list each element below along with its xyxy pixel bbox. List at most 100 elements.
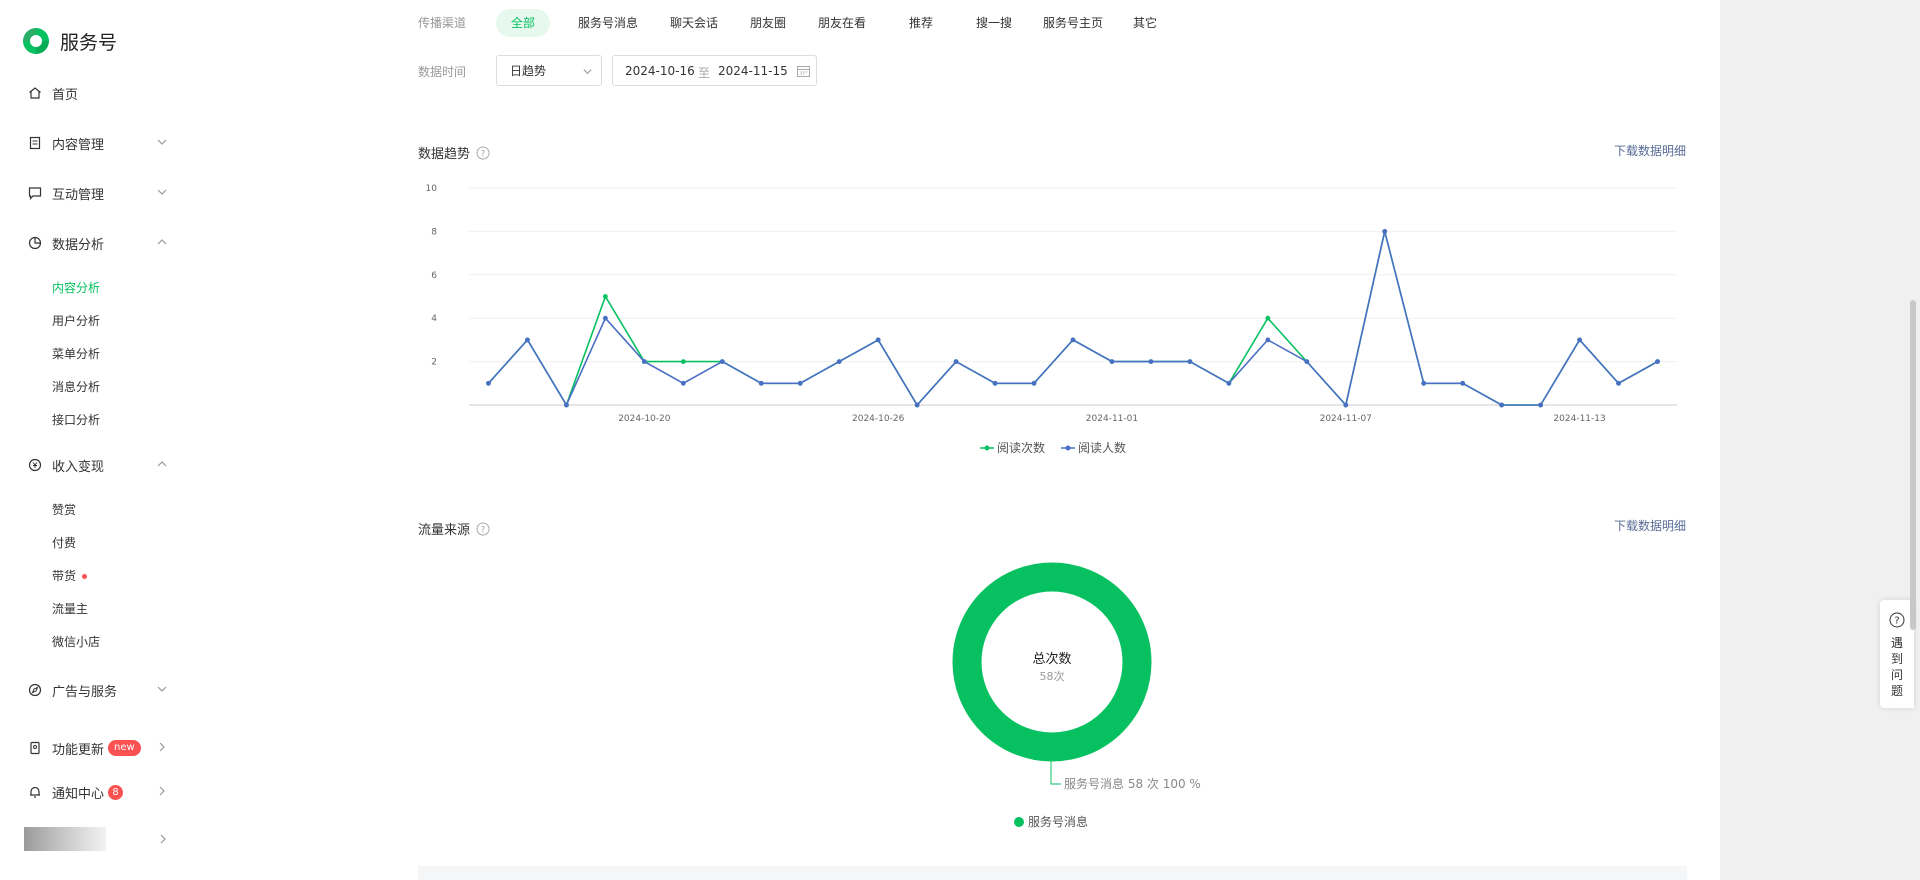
- chevron-right-icon: [159, 786, 165, 796]
- tab-all[interactable]: 全部: [496, 9, 551, 37]
- data-point[interactable]: [1577, 337, 1582, 343]
- legend-service-msg[interactable]: 服务号消息: [1028, 813, 1088, 830]
- nav-home[interactable]: 首页: [28, 81, 168, 105]
- tab-chat[interactable]: 聊天会话: [655, 9, 733, 37]
- data-point[interactable]: [641, 359, 647, 364]
- question-icon[interactable]: ?: [476, 522, 490, 536]
- sub-appreciation[interactable]: 赞赏: [52, 501, 76, 518]
- chevron-down-icon: [583, 69, 592, 75]
- red-dot-badge: [82, 574, 88, 579]
- data-point[interactable]: [953, 359, 959, 364]
- nav-updates-label: 功能更新: [52, 742, 105, 758]
- chevron-down-icon: [157, 686, 167, 692]
- help-button[interactable]: ? 遇到问题: [1880, 600, 1914, 708]
- sub-api-analysis[interactable]: 接口分析: [52, 411, 100, 428]
- tab-homepage[interactable]: 服务号主页: [1028, 9, 1118, 37]
- chevron-up-icon: [157, 461, 167, 467]
- y-tick-label: 8: [431, 227, 437, 237]
- data-point[interactable]: [992, 380, 998, 386]
- nav-income-label: 收入变现: [52, 459, 105, 475]
- date-range-picker[interactable]: 2024-10-16 至 2024-11-15: [612, 55, 817, 86]
- chevron-up-icon: [157, 239, 167, 245]
- data-point[interactable]: [1343, 402, 1349, 408]
- sub-menu-analysis[interactable]: 菜单分析: [52, 345, 100, 362]
- tab-friends-watching[interactable]: 朋友在看: [803, 9, 881, 37]
- data-point[interactable]: [914, 402, 920, 408]
- data-point[interactable]: [680, 359, 686, 364]
- data-point[interactable]: [602, 294, 608, 299]
- data-point[interactable]: [836, 359, 842, 364]
- calendar-icon: [797, 66, 810, 77]
- data-point[interactable]: [797, 380, 803, 386]
- comment-icon: [28, 187, 42, 200]
- data-point[interactable]: [1265, 315, 1271, 321]
- x-tick-label: 2024-11-07: [1320, 414, 1372, 424]
- data-point[interactable]: [1499, 402, 1505, 408]
- data-point[interactable]: [1187, 359, 1193, 364]
- sub-message-analysis[interactable]: 消息分析: [52, 378, 100, 395]
- tab-moments[interactable]: 朋友圈: [735, 9, 801, 37]
- data-point[interactable]: [1460, 380, 1466, 386]
- nav-data-analysis[interactable]: 数据分析: [28, 231, 168, 255]
- scrollbar[interactable]: [1910, 300, 1916, 630]
- nav-income[interactable]: 收入变现: [28, 453, 168, 477]
- logo[interactable]: 服务号: [20, 25, 117, 57]
- data-point[interactable]: [1031, 380, 1037, 386]
- tab-service-msg[interactable]: 服务号消息: [563, 9, 653, 37]
- callout-leader-line: [1050, 760, 1061, 785]
- data-point[interactable]: [1421, 380, 1427, 386]
- data-point[interactable]: [758, 380, 764, 386]
- chevron-right-icon: [159, 742, 165, 752]
- data-point[interactable]: [1304, 359, 1310, 364]
- home-icon: [29, 87, 41, 99]
- trend-title: 数据趋势 ?: [418, 143, 490, 162]
- sub-sales[interactable]: 带货: [52, 567, 88, 584]
- sub-content-analysis[interactable]: 内容分析: [52, 279, 100, 296]
- data-point[interactable]: [1070, 337, 1076, 343]
- sub-paid[interactable]: 付费: [52, 534, 76, 551]
- nav-ads[interactable]: 广告与服务: [28, 678, 168, 702]
- granularity-select[interactable]: 日趋势: [496, 55, 602, 86]
- account-menu[interactable]: [24, 827, 169, 851]
- source-download-link[interactable]: 下载数据明细: [1614, 517, 1686, 534]
- sub-user-analysis[interactable]: 用户分析: [52, 312, 100, 329]
- data-point[interactable]: [1109, 359, 1115, 364]
- pie-chart-icon: [28, 236, 42, 250]
- data-point[interactable]: [525, 337, 530, 343]
- data-point[interactable]: [875, 337, 881, 343]
- document-icon: [29, 136, 41, 150]
- data-point[interactable]: [1226, 380, 1232, 386]
- trend-title-text: 数据趋势: [418, 147, 471, 162]
- nav-content-mgmt[interactable]: 内容管理: [28, 131, 168, 155]
- data-point[interactable]: [1148, 359, 1154, 364]
- x-tick-label: 2024-11-01: [1086, 414, 1138, 424]
- nav-updates[interactable]: 功能更新 new: [28, 736, 168, 760]
- compass-icon: [28, 683, 42, 697]
- nav-interact-mgmt[interactable]: 互动管理: [28, 181, 168, 205]
- data-point[interactable]: [1382, 229, 1388, 234]
- data-point[interactable]: [602, 315, 608, 321]
- tab-search[interactable]: 搜一搜: [961, 9, 1027, 37]
- data-point[interactable]: [680, 380, 686, 386]
- data-point[interactable]: [1265, 337, 1271, 343]
- question-icon[interactable]: ?: [476, 146, 490, 160]
- data-point[interactable]: [564, 402, 569, 408]
- data-point[interactable]: [1538, 402, 1544, 408]
- tab-recommend[interactable]: 推荐: [894, 9, 948, 37]
- data-point[interactable]: [486, 380, 491, 386]
- trend-line-chart: 10 8 6 4 2 2024-10-20 2024-10-26 2024-11-01 2024…: [426, 184, 1677, 424]
- sub-wechat-shop[interactable]: 微信小店: [52, 633, 100, 650]
- data-point[interactable]: [1616, 380, 1621, 386]
- data-point[interactable]: [1655, 359, 1660, 364]
- date-from: 2024-10-16: [625, 64, 695, 78]
- data-point[interactable]: [719, 359, 725, 364]
- legend-service-msg-swatch: [1014, 816, 1024, 827]
- nav-notify[interactable]: 通知中心 8: [28, 780, 168, 804]
- sub-traffic-master[interactable]: 流量主: [52, 600, 88, 617]
- legend-read-count[interactable]: 阅读次数: [997, 439, 1045, 456]
- trend-download-link[interactable]: 下载数据明细: [1614, 142, 1686, 159]
- phone-update-icon: [30, 741, 40, 755]
- legend-readers[interactable]: 阅读人数: [1078, 439, 1126, 456]
- tab-other[interactable]: 其它: [1118, 9, 1172, 37]
- y-tick-label: 6: [431, 271, 437, 281]
